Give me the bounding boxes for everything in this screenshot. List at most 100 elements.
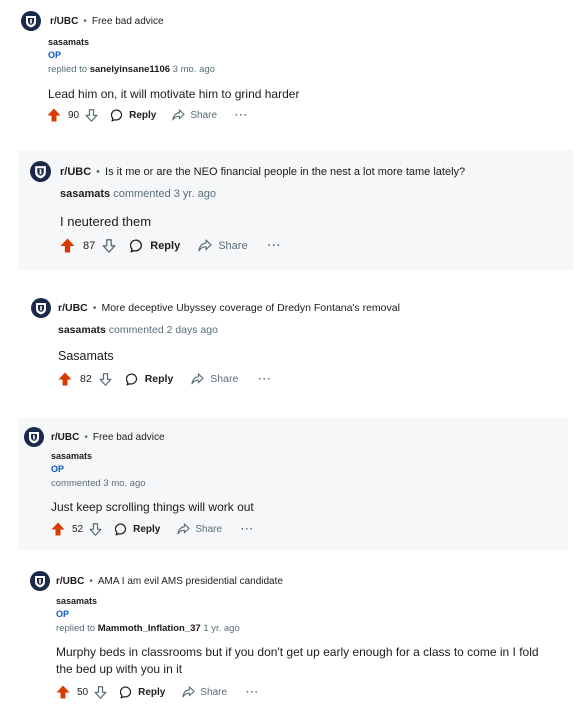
share-button[interactable]: Share [177,523,222,535]
post-title[interactable]: More deceptive Ubyssey coverage of Dredy… [101,302,399,314]
subreddit-name[interactable]: r/UBC [56,576,84,587]
share-arrow-icon [182,686,195,698]
comment-meta: sasamats commented 2 days ago [58,324,218,336]
ubc-crest-icon [29,431,39,443]
comment-author[interactable]: sasamats [58,324,106,336]
upvote-arrow-icon [58,372,72,386]
ubc-crest-icon [35,165,46,178]
subreddit-avatar[interactable] [30,571,50,591]
speech-bubble-icon [120,686,132,698]
post-title[interactable]: Is it me or are the NEO financial people… [105,166,465,178]
subreddit-avatar[interactable] [30,161,51,182]
downvote-button[interactable] [94,685,107,699]
reply-button[interactable]: Reply [125,373,173,386]
more-options-button[interactable]: ··· [268,240,282,252]
downvote-button[interactable] [89,522,102,536]
downvote-arrow-icon [102,238,116,253]
upvote-arrow-icon [51,522,65,536]
reply-label: Reply [133,523,161,535]
replied-to-user[interactable]: sanelyinsane1106 [90,64,170,75]
post-title[interactable]: Free bad advice [92,16,164,27]
share-label: Share [218,239,248,252]
share-arrow-icon [177,523,190,535]
comment-body: Murphy beds in classrooms but if you don… [56,645,539,677]
more-options-button[interactable]: ··· [235,110,248,121]
more-options-button[interactable]: ··· [241,524,254,535]
vote-count: 87 [83,239,96,252]
comment-body: I neutered them [60,214,152,229]
upvote-button[interactable] [51,522,65,536]
reply-button[interactable]: Reply [130,239,180,253]
comment-header: r/UBC • Free bad advice [21,11,164,31]
post-title[interactable]: AMA I am evil AMS presidential candidate [98,576,283,587]
comment-meta: replied to sanelyinsane1106 3 mo. ago [48,64,215,75]
upvote-button[interactable] [47,108,61,122]
meta-prefix: replied to [48,64,88,75]
vote-count: 90 [68,109,80,121]
separator-dot: • [83,15,87,27]
share-button[interactable]: Share [198,239,248,252]
downvote-button[interactable] [102,238,116,253]
ubc-crest-icon [35,575,45,587]
upvote-button[interactable] [58,372,72,386]
comment-timestamp: commented 3 yr. ago [113,188,216,200]
op-badge: OP [51,464,65,474]
share-arrow-icon [198,239,212,252]
upvote-button[interactable] [60,238,75,253]
upvote-arrow-icon [60,238,75,253]
share-arrow-icon [172,109,185,121]
more-options-button[interactable]: ··· [258,373,272,385]
comment-card[interactable]: r/UBC • AMA I am evil AMS presidential c… [18,562,573,712]
comment-actions: 90 Reply Share ··· [47,108,248,122]
reply-button[interactable]: Reply [115,523,160,536]
upvote-arrow-icon [47,108,61,122]
op-badge: OP [48,50,62,60]
comment-timestamp: commented 2 days ago [108,324,218,336]
reply-label: Reply [138,686,166,698]
share-button[interactable]: Share [182,686,227,698]
subreddit-name[interactable]: r/UBC [50,16,78,27]
share-button[interactable]: Share [191,373,238,385]
comment-author[interactable]: sasamats [48,37,89,47]
comment-body: Sasamats [58,349,114,363]
separator-dot: • [89,575,93,587]
ubc-crest-icon [36,302,46,314]
comment-card[interactable]: r/UBC • More deceptive Ubyssey coverage … [18,288,573,400]
share-label: Share [210,373,239,385]
reply-button[interactable]: Reply [120,686,165,699]
subreddit-avatar[interactable] [21,11,41,31]
separator-dot: • [92,302,97,314]
speech-bubble-icon [130,239,143,252]
ubc-crest-icon [26,15,36,27]
comment-actions: 82 Reply Share ··· [58,372,272,386]
comment-card[interactable]: r/UBC • Free bad advice sasamats OP comm… [18,418,568,550]
subreddit-avatar[interactable] [24,427,44,447]
replied-to-user[interactable]: Mammoth_Inflation_37 [98,623,201,634]
subreddit-name[interactable]: r/UBC [60,166,91,178]
share-label: Share [195,523,223,535]
comment-card[interactable]: r/UBC • Is it me or are the NEO financia… [18,150,573,270]
comment-meta: replied to Mammoth_Inflation_37 1 yr. ag… [56,623,240,634]
post-title[interactable]: Free bad advice [93,432,165,443]
reply-button[interactable]: Reply [111,109,156,122]
subreddit-name[interactable]: r/UBC [51,432,79,443]
more-options-button[interactable]: ··· [246,687,259,698]
comment-header: r/UBC • Is it me or are the NEO financia… [30,161,465,182]
share-arrow-icon [191,373,204,385]
downvote-button[interactable] [85,108,98,122]
comment-author[interactable]: sasamats [56,596,97,606]
share-label: Share [200,686,228,698]
upvote-button[interactable] [56,685,70,699]
comment-card[interactable]: r/UBC • Free bad advice sasamats OP repl… [0,0,586,140]
speech-bubble-icon [115,523,127,535]
speech-bubble-icon [111,109,123,121]
comment-header: r/UBC • Free bad advice [24,427,165,447]
comment-author[interactable]: sasamats [51,451,92,461]
vote-count: 50 [77,686,89,698]
comment-author[interactable]: sasamats [60,188,110,200]
downvote-arrow-icon [85,108,98,122]
subreddit-avatar[interactable] [31,298,51,318]
downvote-button[interactable] [99,372,112,386]
subreddit-name[interactable]: r/UBC [58,302,88,314]
share-button[interactable]: Share [172,109,217,121]
